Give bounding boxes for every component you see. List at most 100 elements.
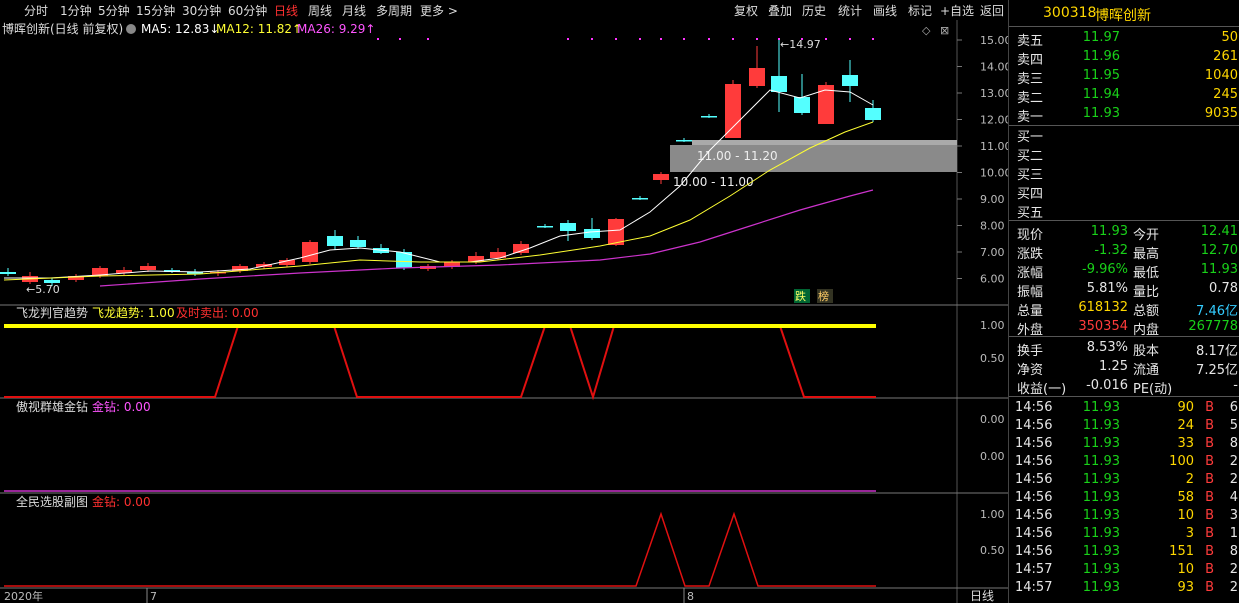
tick-row: 14:57 11.93 93 B 2 xyxy=(1009,579,1239,597)
tick-time: 14:56 xyxy=(1015,472,1053,487)
tick-price: 11.93 xyxy=(1082,580,1120,595)
price-axis-label: 13.00 xyxy=(980,87,1008,100)
kline-chart[interactable]: 博晖创新(日线 前复权) MA5: 12.83↓ MA12: 11.82↑ MA… xyxy=(0,20,1008,603)
stat-key: 净资 xyxy=(1017,363,1044,378)
stat-row: 振幅 5.81% 量比 0.78 xyxy=(1009,280,1239,300)
stat-row: 涨幅 -9.96% 最低 11.93 xyxy=(1009,261,1239,281)
tick-row: 14:56 11.93 10 B 3 xyxy=(1009,507,1239,525)
tab-15min[interactable]: 15分钟 xyxy=(136,2,175,19)
price-axis: 15.00 14.00 13.00 12.00 11.00 10.00 9.00 8.00 7.… xyxy=(957,34,1008,286)
tab-daily[interactable]: 日线 xyxy=(274,2,298,19)
candle-body xyxy=(632,198,648,200)
mark-button[interactable]: 标记 xyxy=(908,2,932,19)
signal-dot xyxy=(615,38,617,40)
tick-count: 8 xyxy=(1229,436,1238,451)
tab-60min[interactable]: 60分钟 xyxy=(228,2,267,19)
tab-multi-period[interactable]: 多周期 xyxy=(376,2,412,19)
tick-time: 14:57 xyxy=(1015,580,1053,595)
ask-label: 卖四 xyxy=(1017,53,1044,68)
stat-key: 今开 xyxy=(1133,228,1160,243)
back-button[interactable]: 返回 xyxy=(980,2,1004,19)
tick-count: 4 xyxy=(1229,490,1238,505)
tick-row: 14:56 11.93 33 B 8 xyxy=(1009,435,1239,453)
more-menu-button[interactable]: 更多 > xyxy=(420,2,458,19)
price-axis-label: 9.00 xyxy=(980,193,1005,206)
tick-price: 11.93 xyxy=(1082,526,1120,541)
sub3-series1: 金钻: 0.00 xyxy=(92,494,151,509)
ask-row: 卖一 11.93 9035 xyxy=(1009,105,1239,125)
price-axis-label: 12.00 xyxy=(980,114,1008,127)
tick-count: 2 xyxy=(1229,454,1238,469)
settings-icon[interactable] xyxy=(126,24,136,34)
price-axis-label: 10.00 xyxy=(980,167,1008,180)
x-axis-label: 2020年 xyxy=(4,589,43,603)
bid-row: 买三 xyxy=(1009,163,1239,183)
tab-5min[interactable]: 5分钟 xyxy=(98,2,130,19)
tab-1min[interactable]: 1分钟 xyxy=(60,2,92,19)
candle-body xyxy=(560,223,576,231)
history-button[interactable]: 历史 xyxy=(802,2,826,19)
tick-time: 14:57 xyxy=(1015,562,1053,577)
overlay-button[interactable]: 叠加 xyxy=(768,2,792,19)
signal-dot xyxy=(427,38,429,40)
candle-body xyxy=(0,272,16,274)
tag-die[interactable]: 跌 xyxy=(795,289,806,303)
tab-30min[interactable]: 30分钟 xyxy=(182,2,221,19)
signal-dot xyxy=(708,38,710,40)
stat-key: PE(动) xyxy=(1133,382,1173,397)
sub3-axis-label: 1.00 xyxy=(980,508,1005,521)
tick-direction: B xyxy=(1205,490,1214,505)
tab-minute-chart[interactable]: 分时 xyxy=(24,2,48,19)
stats-button[interactable]: 统计 xyxy=(838,2,862,19)
divider xyxy=(1009,396,1239,397)
tick-price: 11.93 xyxy=(1082,454,1120,469)
stat-key: 总量 xyxy=(1017,304,1044,319)
quote-panel: 300318 博晖创新 卖五 11.97 50 卖四 11.96 261 卖三 11.95 10… xyxy=(1008,0,1239,603)
divider xyxy=(1009,220,1239,221)
tick-time: 14:56 xyxy=(1015,454,1053,469)
candle-body xyxy=(842,75,858,86)
adjust-button[interactable]: 复权 xyxy=(734,2,758,19)
stat-value: 350354 xyxy=(1078,319,1128,334)
stat-value: 1.25 xyxy=(1099,359,1128,374)
x-axis-label: 8 xyxy=(687,590,694,603)
bid-row: 买一 xyxy=(1009,125,1239,145)
stat-value: 618132 xyxy=(1078,300,1128,315)
tick-volume: 58 xyxy=(1177,490,1194,505)
tick-direction: B xyxy=(1205,526,1214,541)
diamond-icon[interactable]: ◇ xyxy=(922,24,931,37)
collapse-icon[interactable]: ⊠ xyxy=(940,24,949,37)
candle-body xyxy=(653,174,669,180)
ask-row: 卖二 11.94 245 xyxy=(1009,86,1239,106)
draw-line-button[interactable]: 画线 xyxy=(873,2,897,19)
stat-value: 8.53% xyxy=(1086,340,1128,355)
tick-time: 14:56 xyxy=(1015,508,1053,523)
stat-key: 涨跌 xyxy=(1017,247,1044,262)
signal-dot xyxy=(825,38,827,40)
ask-volume: 50 xyxy=(1221,30,1238,45)
zone-label: 10.00 - 11.00 xyxy=(673,175,754,189)
tick-price: 11.93 xyxy=(1082,400,1120,415)
stat-key: 换手 xyxy=(1017,344,1044,359)
ask-volume: 261 xyxy=(1213,49,1238,64)
stat-row: 收益(一) -0.016 PE(动) - xyxy=(1009,377,1239,397)
stat-row: 外盘 350354 内盘 267778 xyxy=(1009,318,1239,338)
tick-direction: B xyxy=(1205,562,1214,577)
signal-dot xyxy=(872,38,874,40)
sell-signal-line xyxy=(4,325,876,401)
tick-time: 14:56 xyxy=(1015,400,1053,415)
tick-row: 14:56 11.93 3 B 1 xyxy=(1009,525,1239,543)
tick-price: 11.93 xyxy=(1082,544,1120,559)
tick-count: 3 xyxy=(1229,508,1238,523)
candle-body xyxy=(140,266,156,270)
ask-price: 11.96 xyxy=(1082,49,1120,64)
tick-row: 14:56 11.93 2 B 2 xyxy=(1009,471,1239,489)
candle-body xyxy=(749,68,765,86)
tab-weekly[interactable]: 周线 xyxy=(308,2,332,19)
tag-bang[interactable]: 榜 xyxy=(818,289,829,303)
tab-monthly[interactable]: 月线 xyxy=(342,2,366,19)
tick-direction: B xyxy=(1205,418,1214,433)
sub3-title: 全民选股副图 xyxy=(16,494,88,509)
tick-price: 11.93 xyxy=(1082,418,1120,433)
add-watchlist-button[interactable]: +自选 xyxy=(940,2,974,19)
